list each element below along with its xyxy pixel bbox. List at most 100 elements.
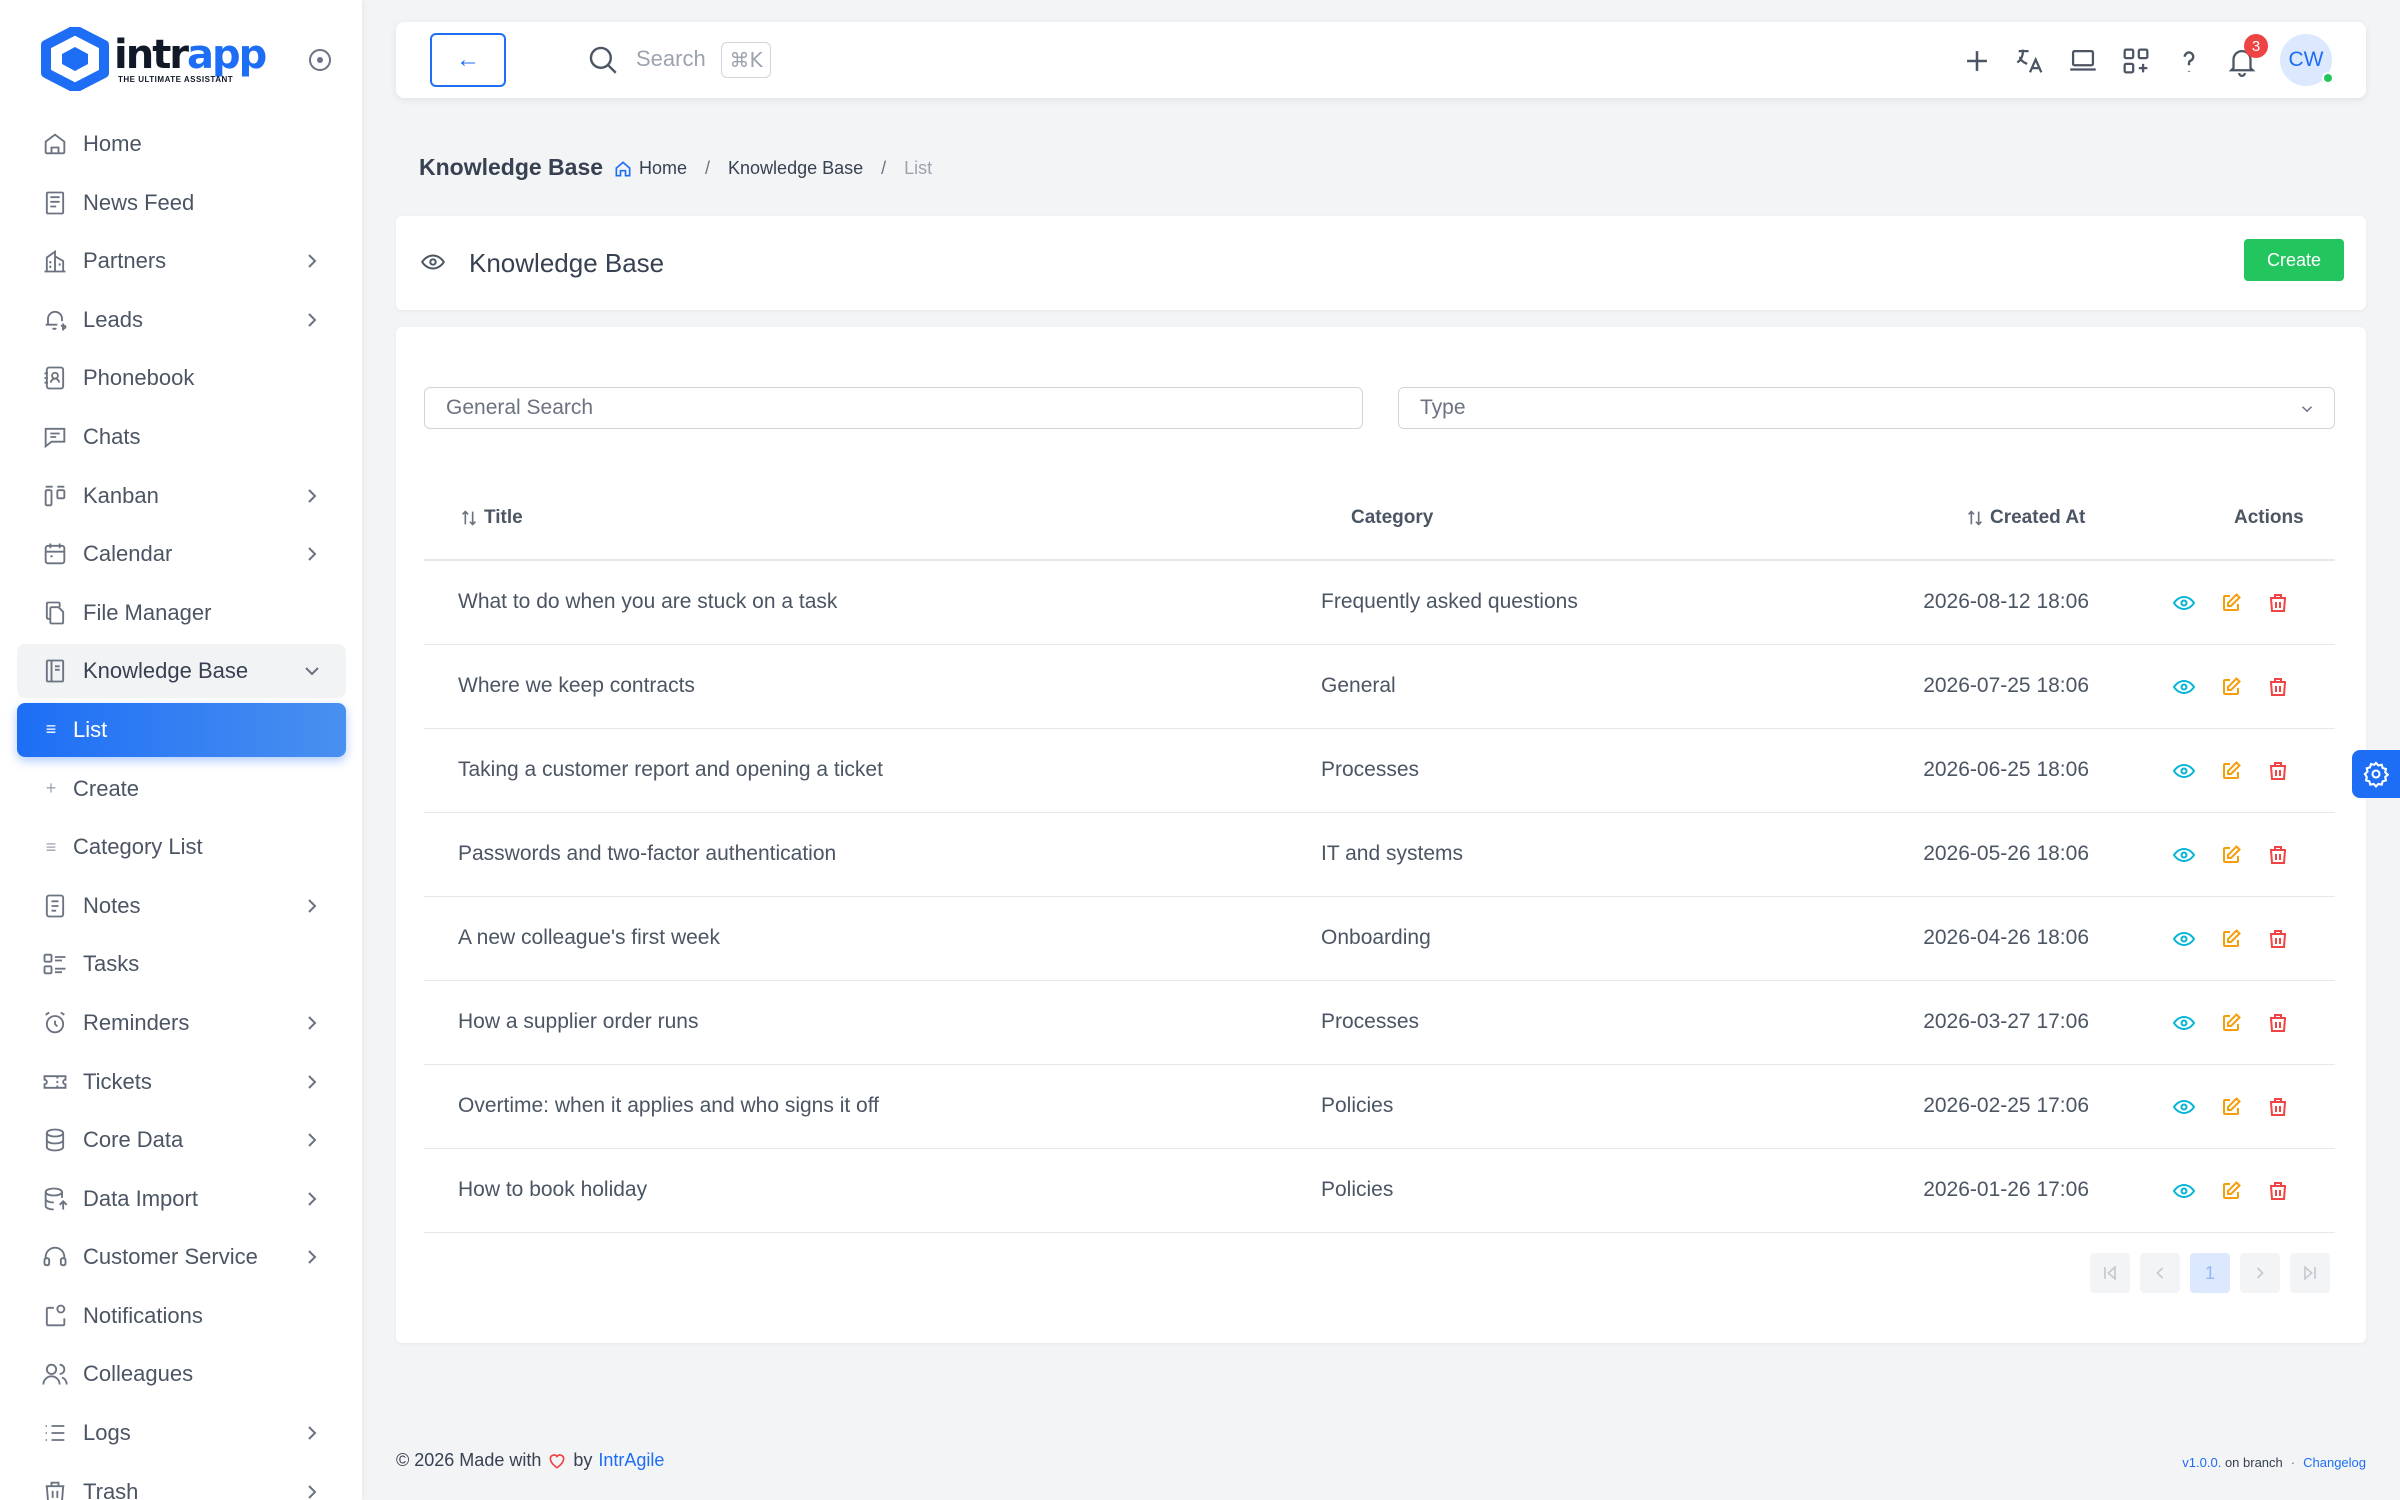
delete-icon[interactable] — [2266, 1179, 2290, 1203]
sidebar-item-kanban[interactable]: Kanban — [17, 469, 346, 523]
view-icon[interactable] — [2172, 759, 2196, 783]
view-icon[interactable] — [2172, 1095, 2196, 1119]
edit-icon[interactable] — [2219, 843, 2243, 867]
delete-icon[interactable] — [2266, 927, 2290, 951]
sidebar-item-knowledge-base[interactable]: Knowledge Base — [17, 644, 346, 699]
breadcrumb-section-link[interactable]: Knowledge Base — [728, 158, 863, 179]
cell-category: IT and systems — [1321, 842, 1463, 865]
delete-icon[interactable] — [2266, 843, 2290, 867]
create-button[interactable]: Create — [2244, 239, 2344, 281]
search-icon[interactable] — [586, 43, 620, 77]
laptop-icon[interactable] — [2066, 44, 2100, 78]
type-select[interactable]: Type — [1398, 387, 2335, 429]
table-row[interactable]: What to do when you are stuck on a task F… — [424, 561, 2335, 645]
sidebar-item-label: Data Import — [83, 1185, 198, 1211]
column-header-created-at[interactable]: Created At — [1964, 507, 2085, 529]
plus-icon[interactable] — [1960, 44, 1994, 78]
next-page-button[interactable] — [2240, 1253, 2280, 1293]
footer-copyright: © 2026 Made with — [396, 1450, 542, 1470]
edit-icon[interactable] — [2219, 1011, 2243, 1035]
translate-icon[interactable] — [2013, 44, 2047, 78]
column-header-title[interactable]: Title — [458, 507, 523, 529]
sidebar-item-partners[interactable]: Partners — [17, 234, 346, 288]
last-page-button[interactable] — [2290, 1253, 2330, 1293]
table-row[interactable]: How a supplier order runs Processes 2026-0… — [424, 981, 2335, 1065]
sidebar-item-home[interactable]: Home — [17, 117, 346, 171]
sidebar-item-colleagues[interactable]: Colleagues — [17, 1347, 346, 1401]
logo-word-b: app — [187, 31, 267, 78]
cell-title: Overtime: when it applies and who signs … — [458, 1094, 879, 1117]
table-row[interactable]: Overtime: when it applies and who signs … — [424, 1065, 2335, 1149]
chevron-down-icon — [2301, 406, 2313, 413]
settings-drawer-toggle[interactable] — [2352, 750, 2400, 798]
sidebar-item-tasks[interactable]: Tasks — [17, 937, 346, 991]
help-icon[interactable] — [2172, 44, 2206, 78]
table-row[interactable]: A new colleague's first week Onboarding 20… — [424, 897, 2335, 981]
footer-credits: © 2026 Made with by IntrAgile — [396, 1450, 664, 1471]
delete-icon[interactable] — [2266, 1011, 2290, 1035]
view-icon[interactable] — [2172, 1179, 2196, 1203]
table-row[interactable]: Taking a customer report and opening a t… — [424, 729, 2335, 813]
global-search-input[interactable]: Search — [636, 46, 706, 72]
chevron-right-icon — [308, 1250, 317, 1264]
sidebar-item-label: Kanban — [83, 482, 159, 508]
sidebar-item-news-feed[interactable]: News Feed — [17, 176, 346, 230]
cell-category: Processes — [1321, 1010, 1420, 1033]
sidebar-item-data-import[interactable]: Data Import — [17, 1172, 346, 1226]
sidebar-item-label: Notifications — [83, 1302, 203, 1328]
delete-icon[interactable] — [2266, 1095, 2290, 1119]
edit-icon[interactable] — [2219, 1095, 2243, 1119]
changelog-link[interactable]: Changelog — [2303, 1455, 2366, 1470]
chevron-right-icon — [308, 1426, 317, 1440]
view-icon[interactable] — [2172, 1011, 2196, 1035]
edit-icon[interactable] — [2219, 759, 2243, 783]
footer-brand-link[interactable]: IntrAgile — [598, 1450, 664, 1471]
view-icon[interactable] — [2172, 591, 2196, 615]
sidebar-item-leads[interactable]: Leads — [17, 293, 346, 347]
sidebar-item-notifications[interactable]: Notifications — [17, 1289, 346, 1343]
chevron-right-icon — [308, 488, 317, 503]
delete-icon[interactable] — [2266, 675, 2290, 699]
view-icon[interactable] — [2172, 675, 2196, 699]
edit-icon[interactable] — [2219, 927, 2243, 951]
edit-icon[interactable] — [2219, 591, 2243, 615]
sidebar-item-tickets[interactable]: Tickets — [17, 1055, 346, 1109]
general-search-input[interactable]: General Search — [424, 387, 1363, 429]
breadcrumb-home-link[interactable]: Home — [639, 158, 687, 179]
sidebar-item-reminders[interactable]: Reminders — [17, 996, 346, 1050]
sidebar-item-chats[interactable]: Chats — [17, 410, 346, 464]
sidebar-subitem-list[interactable]: ≡ List — [17, 702, 346, 757]
apps-grid-icon[interactable] — [2119, 44, 2153, 78]
eye-icon — [421, 254, 445, 270]
table-row[interactable]: How to book holiday Policies 2026-01-26 17… — [424, 1149, 2335, 1233]
delete-icon[interactable] — [2266, 591, 2290, 615]
sidebar-item-calendar[interactable]: Calendar — [17, 527, 346, 581]
alarm-icon — [45, 1011, 65, 1034]
sidebar-item-core-data[interactable]: Core Data — [17, 1113, 346, 1167]
sidebar-item-trash[interactable]: Trash — [17, 1465, 346, 1500]
edit-icon[interactable] — [2219, 1179, 2243, 1203]
sidebar-subitem-category-list[interactable]: ≡ Category List — [17, 820, 346, 874]
sidebar-item-customer-service[interactable]: Customer Service — [17, 1230, 346, 1284]
table-row[interactable]: Where we keep contracts General 2026-07-25… — [424, 645, 2335, 729]
view-icon[interactable] — [2172, 927, 2196, 951]
edit-icon[interactable] — [2219, 675, 2243, 699]
column-header-label: Title — [484, 507, 523, 528]
sidebar-item-label: Core Data — [83, 1127, 184, 1153]
prev-page-button[interactable] — [2140, 1253, 2180, 1293]
brand-logo[interactable]: intrapp THE ULTIMATE ASSISTANT — [40, 26, 280, 92]
ticket-icon — [43, 1074, 67, 1089]
sidebar-item-file-manager[interactable]: File Manager — [17, 586, 346, 640]
sidebar-pin-icon[interactable] — [306, 46, 334, 74]
first-page-button[interactable] — [2090, 1253, 2130, 1293]
back-button[interactable]: ← — [430, 33, 506, 87]
view-icon[interactable] — [2172, 843, 2196, 867]
delete-icon[interactable] — [2266, 759, 2290, 783]
sidebar-item-notes[interactable]: Notes — [17, 879, 346, 933]
sidebar-subitem-create[interactable]: + Create — [17, 762, 346, 816]
table-row[interactable]: Passwords and two-factor authentication I… — [424, 813, 2335, 897]
sidebar-item-logs[interactable]: Logs — [17, 1406, 346, 1460]
cell-title: Taking a customer report and opening a t… — [458, 758, 883, 781]
sidebar-item-phonebook[interactable]: Phonebook — [17, 351, 346, 405]
page-button-current[interactable]: 1 — [2190, 1253, 2230, 1293]
